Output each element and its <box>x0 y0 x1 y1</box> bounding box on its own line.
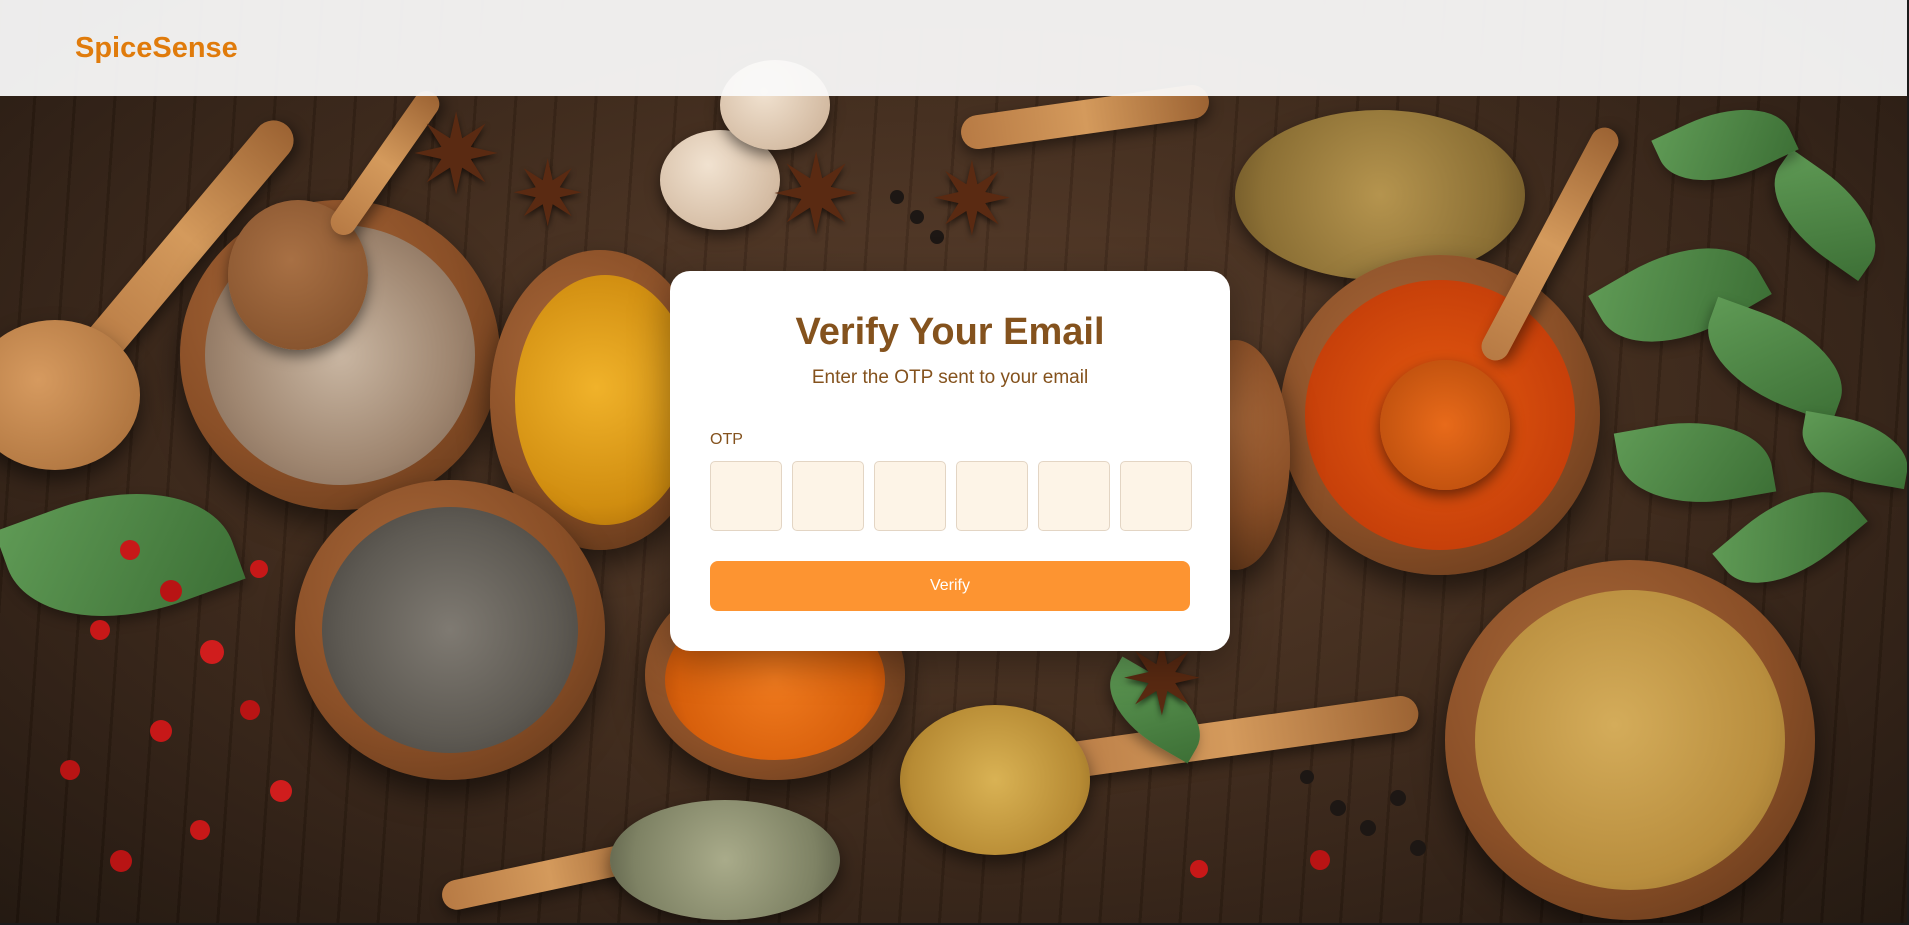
otp-digit-3[interactable] <box>874 461 946 531</box>
otp-digit-6[interactable] <box>1120 461 1192 531</box>
otp-digit-5[interactable] <box>1038 461 1110 531</box>
otp-digit-2[interactable] <box>792 461 864 531</box>
card-title: Verify Your Email <box>795 311 1105 353</box>
top-navbar: SpiceSense <box>0 0 1907 96</box>
brand-logo[interactable]: SpiceSense <box>75 32 238 65</box>
verify-button[interactable]: Verify <box>710 561 1190 611</box>
verify-email-card: Verify Your Email Enter the OTP sent to … <box>670 271 1230 651</box>
card-subtitle: Enter the OTP sent to your email <box>811 367 1089 388</box>
otp-digit-1[interactable] <box>710 461 782 531</box>
otp-digit-4[interactable] <box>956 461 1028 531</box>
otp-input-group <box>710 461 1192 531</box>
otp-label: OTP <box>710 431 743 448</box>
